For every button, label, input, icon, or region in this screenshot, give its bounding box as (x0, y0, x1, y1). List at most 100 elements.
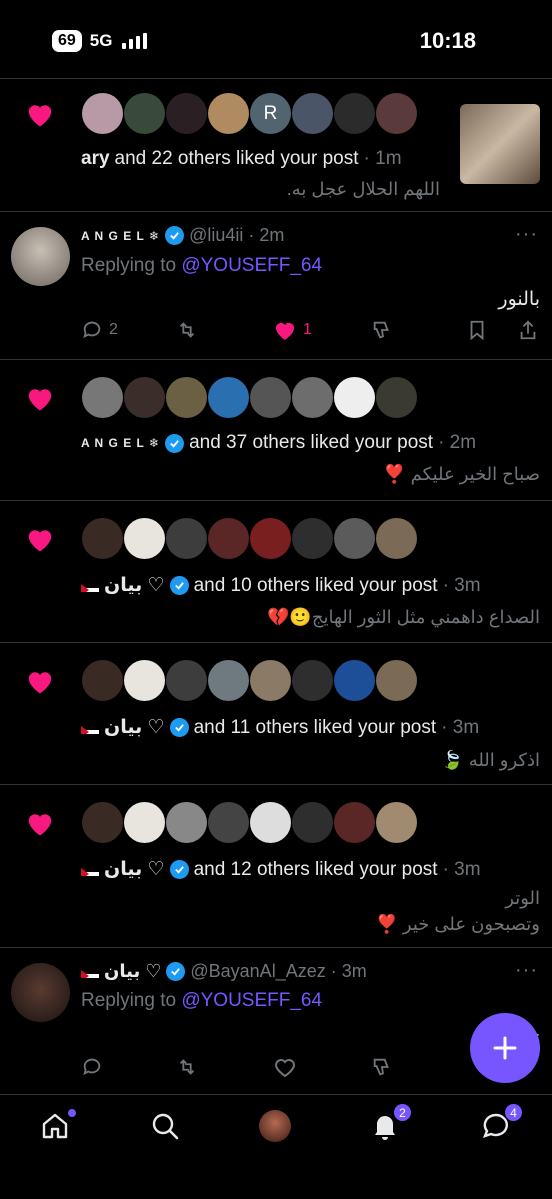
author-name[interactable]: A N G E L ❄ (81, 229, 160, 243)
avatar[interactable] (292, 802, 333, 843)
avatar[interactable] (208, 518, 249, 559)
like-notification[interactable]: بيان ♡ and 11 others liked your post · 3… (0, 643, 552, 784)
avatar[interactable] (82, 802, 123, 843)
avatar[interactable] (250, 660, 291, 701)
replying-to: Replying to @YOUSEFF_64 (81, 990, 323, 1011)
liker-name[interactable]: بيان ♡ (104, 574, 165, 597)
heart-outline-icon (274, 1059, 296, 1078)
reply-button[interactable]: 2 (81, 319, 118, 341)
like-notification[interactable]: بيان ♡ and 12 others liked your post · 3… (0, 785, 552, 947)
bookmark-button[interactable] (467, 319, 487, 341)
liker-avatars (82, 802, 417, 843)
mention-link[interactable]: @YOUSEFF_64 (181, 990, 322, 1011)
nav-search[interactable] (150, 1111, 182, 1143)
avatar[interactable] (82, 660, 123, 701)
author-handle[interactable]: @BayanAl_Azez · 3m (190, 961, 366, 982)
avatar[interactable] (124, 802, 165, 843)
notifications-badge: 2 (393, 1103, 412, 1122)
reply-tweet[interactable]: A N G E L ❄ @liu4ii · 2m ··· Replying to… (0, 212, 552, 359)
avatar[interactable] (124, 518, 165, 559)
avatar[interactable] (11, 963, 70, 1022)
nav-messages[interactable]: 4 (481, 1103, 523, 1143)
avatar[interactable] (334, 660, 375, 701)
author-handle[interactable]: @liu4ii · 2m (189, 225, 284, 246)
downvote-button[interactable] (371, 1056, 393, 1078)
liker-name[interactable]: بيان ♡ (104, 858, 165, 881)
flag-icon (81, 864, 99, 876)
post-thumbnail[interactable] (460, 104, 540, 184)
more-icon[interactable]: ··· (515, 223, 538, 246)
avatar[interactable] (334, 93, 375, 134)
avatar[interactable] (376, 660, 417, 701)
more-icon[interactable]: ··· (515, 959, 538, 982)
retweet-button[interactable] (176, 1056, 198, 1078)
avatar[interactable] (376, 93, 417, 134)
avatar[interactable] (208, 377, 249, 418)
avatar[interactable] (376, 802, 417, 843)
avatar[interactable] (124, 93, 165, 134)
liker-name[interactable]: بيان ♡ (104, 716, 165, 739)
avatar[interactable] (208, 93, 249, 134)
compose-button[interactable] (470, 1013, 540, 1083)
liker-name[interactable]: A N G E L ❄ (81, 436, 160, 450)
avatar[interactable] (124, 660, 165, 701)
avatar[interactable] (292, 518, 333, 559)
retweet-button[interactable] (176, 319, 198, 341)
author-name[interactable]: بيان ♡ (104, 961, 161, 982)
avatar[interactable] (334, 377, 375, 418)
avatar[interactable] (166, 93, 207, 134)
mention-link[interactable]: @YOUSEFF_64 (181, 255, 322, 276)
avatar[interactable] (250, 377, 291, 418)
heart-icon (28, 672, 52, 694)
tweet-actions: 2 1 (81, 319, 541, 343)
post-text: الصداع داهمني مثل الثور الهايج🙂💔 (267, 607, 540, 627)
reply-button[interactable] (81, 1056, 103, 1078)
downvote-button[interactable] (371, 319, 393, 341)
like-button[interactable]: 1 (273, 319, 312, 341)
liker-avatars: R (82, 93, 417, 134)
avatar[interactable] (82, 377, 123, 418)
avatar[interactable] (376, 377, 417, 418)
messages-badge: 4 (504, 1103, 523, 1122)
verified-icon (169, 718, 189, 737)
reply-tweet[interactable]: بيان ♡ @BayanAl_Azez · 3m ··· Replying t… (0, 948, 552, 1094)
retweet-icon (179, 322, 195, 338)
avatar[interactable] (166, 377, 207, 418)
post-text: صباح الخير عليكم ❣️ (383, 464, 540, 484)
avatar[interactable] (250, 518, 291, 559)
verified-icon (166, 962, 186, 981)
like-notification[interactable]: R ary and 22 others liked your post · 1m… (0, 79, 552, 211)
avatar[interactable] (82, 93, 123, 134)
avatar[interactable] (124, 377, 165, 418)
avatar[interactable] (208, 660, 249, 701)
like-notification[interactable]: A N G E L ❄ and 37 others liked your pos… (0, 360, 552, 500)
avatar[interactable] (166, 660, 207, 701)
share-button[interactable] (518, 319, 538, 341)
avatar[interactable] (208, 802, 249, 843)
liker-avatars (82, 518, 417, 559)
like-summary: بيان ♡ and 10 others liked your post · 3… (81, 574, 481, 597)
avatar[interactable] (292, 93, 333, 134)
avatar[interactable] (292, 377, 333, 418)
avatar[interactable] (334, 802, 375, 843)
avatar[interactable]: R (250, 93, 291, 134)
avatar[interactable] (292, 660, 333, 701)
avatar[interactable] (376, 518, 417, 559)
avatar[interactable] (82, 518, 123, 559)
avatar[interactable] (334, 518, 375, 559)
nav-notifications[interactable]: 2 (370, 1103, 412, 1143)
like-button[interactable] (273, 1056, 297, 1078)
nav-home[interactable] (40, 1109, 76, 1143)
liker-name[interactable]: ary (81, 148, 110, 170)
avatar[interactable] (11, 227, 70, 286)
avatar[interactable] (250, 802, 291, 843)
avatar[interactable] (166, 518, 207, 559)
search-icon (152, 1113, 179, 1140)
like-notification[interactable]: بيان ♡ and 10 others liked your post · 3… (0, 501, 552, 642)
like-summary: A N G E L ❄ and 37 others liked your pos… (81, 432, 477, 453)
home-icon (42, 1113, 68, 1139)
status-bar: 69 5G 10:18 (0, 0, 552, 78)
avatar[interactable] (166, 802, 207, 843)
post-text: اذكرو الله 🍃 (441, 750, 540, 770)
nav-grok[interactable] (259, 1110, 291, 1142)
